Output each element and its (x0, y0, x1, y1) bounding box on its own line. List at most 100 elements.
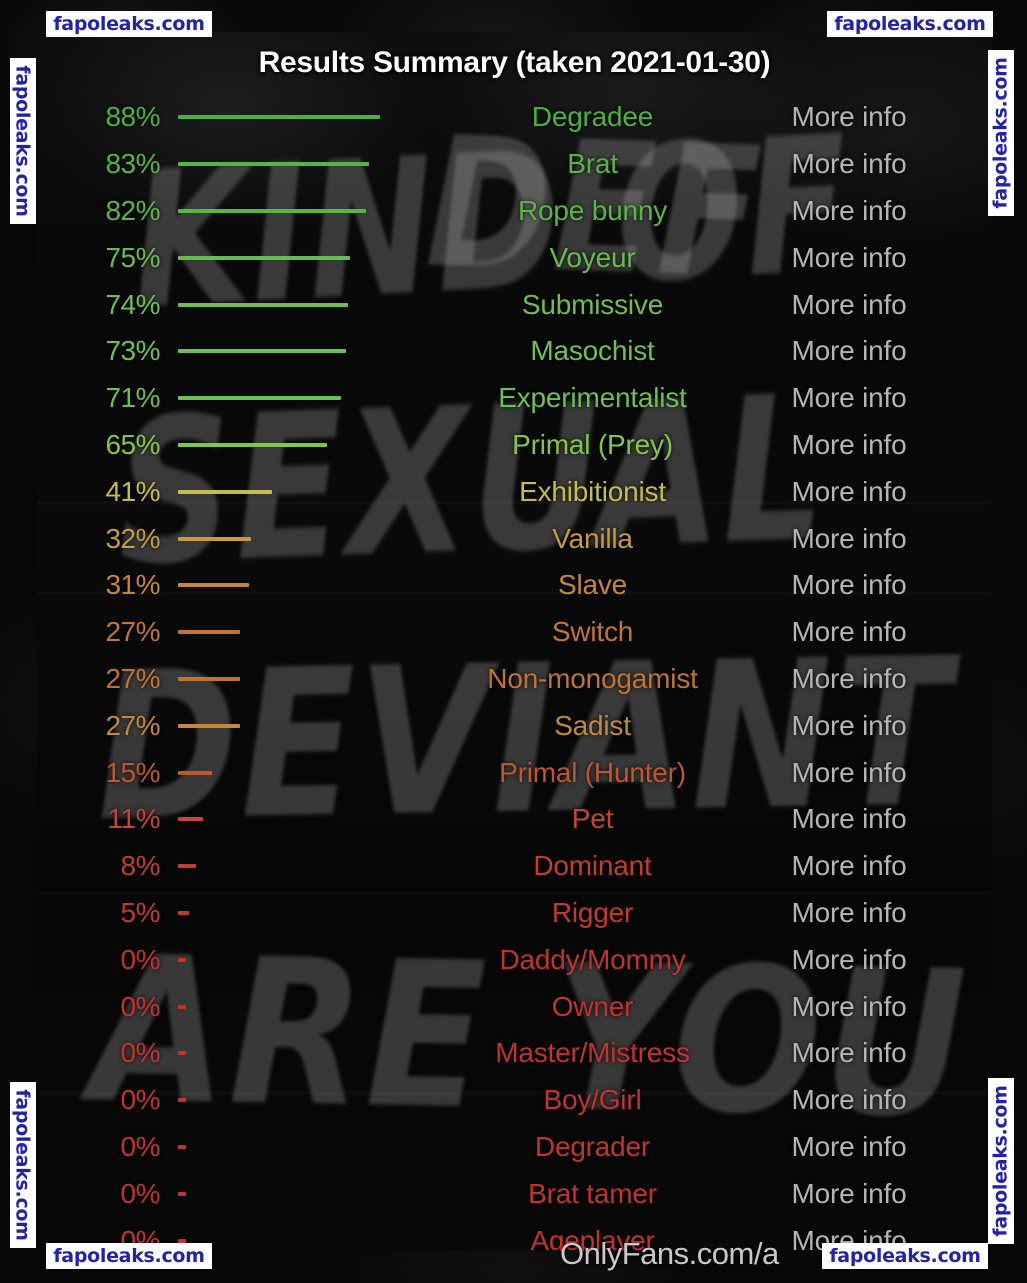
watermark-top-left: fapoleaks.com (46, 11, 212, 37)
percent-bar (178, 583, 249, 588)
watermark-label: fapoleaks.com (12, 65, 34, 217)
percent-bar (178, 770, 212, 775)
more-info-link[interactable]: More info (706, 335, 992, 367)
more-info-link[interactable]: More info (706, 944, 992, 976)
more-info-link[interactable]: More info (706, 616, 992, 648)
result-row: 27% Sadist More info (37, 702, 992, 749)
percent-bar (178, 910, 189, 915)
more-info-link[interactable]: More info (706, 195, 992, 227)
more-info-link[interactable]: More info (706, 803, 992, 835)
bar-cell (160, 1098, 479, 1103)
kink-label: Voyeur (549, 241, 636, 273)
bar-cell (160, 630, 479, 635)
percent-bar (178, 349, 346, 354)
watermark-label: fapoleaks.com (990, 57, 1012, 209)
percent-value: 0% (120, 1084, 161, 1116)
bar-cell (160, 1238, 479, 1243)
watermark-label: fapoleaks.com (834, 13, 986, 35)
bar-cell (160, 396, 479, 401)
percent-bar (178, 1144, 186, 1149)
result-row: 0% Brat tamer More info (37, 1170, 992, 1217)
bar-cell (160, 676, 479, 681)
percent-value: 0% (120, 943, 161, 975)
more-info-link[interactable]: More info (706, 101, 992, 133)
results-panel: KIND OF DEF SEXUAL DEVIANT ARE YOU Resul… (37, 32, 992, 1251)
result-row: 73% Masochist More info (37, 328, 992, 375)
result-row: 11% Pet More info (37, 796, 992, 843)
result-row: 88% Degradee More info (37, 94, 992, 141)
percent-bar (178, 723, 240, 728)
percent-value: 15% (105, 756, 160, 788)
kink-label: Submissive (521, 288, 664, 320)
bar-cell (160, 162, 479, 167)
kink-label: Non-monogamist (487, 662, 698, 694)
more-info-link[interactable]: More info (706, 757, 992, 789)
percent-value: 75% (105, 241, 160, 273)
kink-label: Pet (571, 803, 614, 835)
bar-cell (160, 1051, 479, 1056)
more-info-link[interactable]: More info (706, 710, 992, 742)
percent-value: 83% (105, 148, 160, 180)
bar-cell (160, 583, 479, 588)
kink-label: Primal (Hunter) (499, 756, 686, 788)
percent-value: 71% (105, 382, 160, 414)
result-row: 32% Vanilla More info (37, 515, 992, 562)
bar-cell (160, 489, 479, 494)
kink-label: Exhibitionist (519, 475, 666, 507)
result-row: 41% Exhibitionist More info (37, 468, 992, 515)
percent-bar (178, 162, 369, 167)
percent-value: 0% (120, 1037, 161, 1069)
result-row: 0% Degrader More info (37, 1124, 992, 1171)
result-row: 65% Primal (Prey) More info (37, 422, 992, 469)
more-info-link[interactable]: More info (706, 382, 992, 414)
kink-label: Master/Mistress (495, 1037, 690, 1069)
percent-value: 32% (105, 522, 160, 554)
kink-label: Brat (567, 148, 618, 180)
result-row: 83% Brat More info (37, 141, 992, 188)
bar-cell (160, 115, 479, 120)
result-row: 75% Voyeur More info (37, 234, 992, 281)
bar-cell (160, 957, 479, 962)
watermark-bottom-left: fapoleaks.com (46, 1243, 212, 1269)
kink-label: Masochist (530, 335, 655, 367)
more-info-link[interactable]: More info (706, 1178, 992, 1210)
percent-bar (178, 630, 240, 635)
kink-label: Boy/Girl (543, 1084, 642, 1116)
bar-cell (160, 910, 479, 915)
percent-bar (178, 864, 196, 869)
result-row: 0% Master/Mistress More info (37, 1030, 992, 1077)
more-info-link[interactable]: More info (706, 850, 992, 882)
kink-label: Degradee (531, 101, 654, 133)
more-info-link[interactable]: More info (706, 569, 992, 601)
more-info-link[interactable]: More info (706, 242, 992, 274)
more-info-link[interactable]: More info (706, 289, 992, 321)
more-info-link[interactable]: More info (706, 148, 992, 180)
percent-value: 0% (120, 1130, 161, 1162)
result-row: 71% Experimentalist More info (37, 375, 992, 422)
result-row: 8% Dominant More info (37, 843, 992, 890)
more-info-link[interactable]: More info (706, 1037, 992, 1069)
more-info-link[interactable]: More info (706, 1131, 992, 1163)
watermark-left-top: fapoleaks.com (10, 58, 36, 224)
kink-label: Degrader (534, 1130, 651, 1162)
percent-value: 73% (105, 335, 160, 367)
more-info-link[interactable]: More info (706, 663, 992, 695)
result-row: 27% Non-monogamist More info (37, 656, 992, 703)
percent-value: 31% (105, 569, 160, 601)
more-info-link[interactable]: More info (706, 991, 992, 1023)
result-row: 74% Submissive More info (37, 281, 992, 328)
percent-bar (178, 489, 272, 494)
bar-cell (160, 349, 479, 354)
more-info-link[interactable]: More info (706, 523, 992, 555)
kink-label: Switch (551, 616, 634, 648)
result-row: 5% Rigger More info (37, 890, 992, 937)
more-info-link[interactable]: More info (706, 476, 992, 508)
watermark-label: fapoleaks.com (990, 1085, 1012, 1237)
more-info-link[interactable]: More info (706, 897, 992, 929)
result-row: 82% Rope bunny More info (37, 188, 992, 235)
kink-label: Slave (557, 569, 628, 601)
more-info-link[interactable]: More info (706, 429, 992, 461)
more-info-link[interactable]: More info (706, 1084, 992, 1116)
kink-label: Vanilla (552, 522, 633, 554)
bar-cell (160, 1004, 479, 1009)
